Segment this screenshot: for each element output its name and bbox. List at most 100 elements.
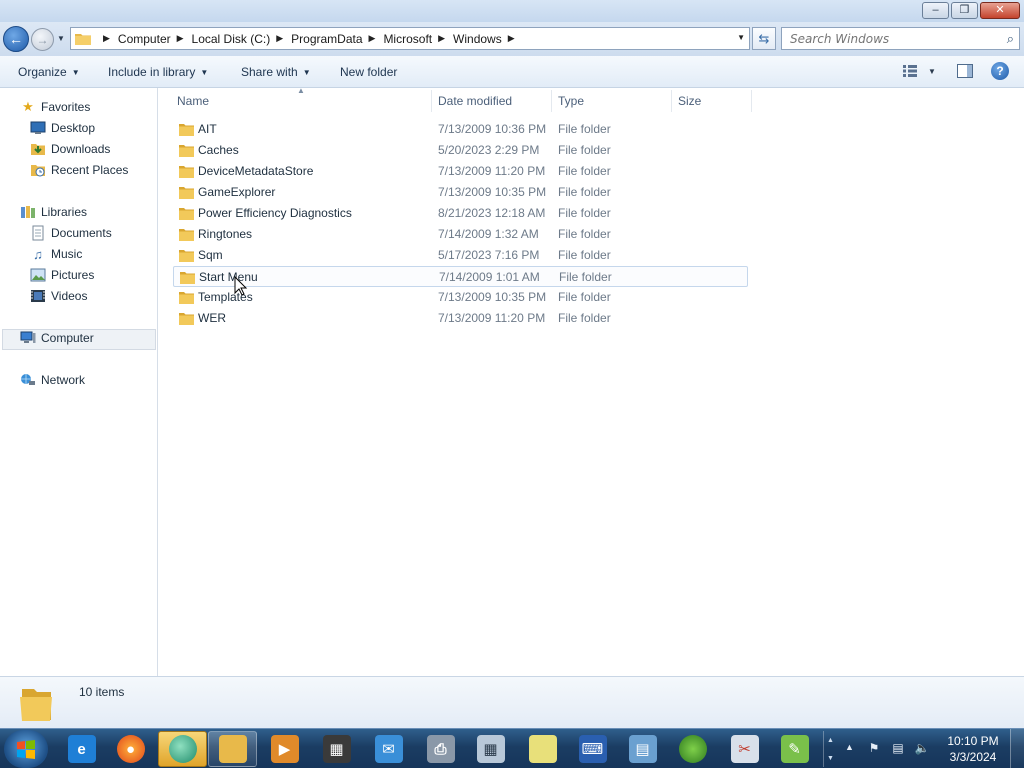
system-clock[interactable]: 10:10 PM 3/3/2024 bbox=[944, 733, 1002, 765]
address-dropdown-icon[interactable]: ▼ bbox=[737, 33, 745, 42]
close-button[interactable]: ✕ bbox=[980, 2, 1020, 19]
taskbar-firefox[interactable]: ● bbox=[106, 731, 155, 767]
calculator-icon: ▦ bbox=[476, 735, 505, 763]
share-with-button[interactable]: Share with ▼ bbox=[241, 65, 311, 79]
refresh-button[interactable]: ⇆ bbox=[752, 27, 776, 50]
file-row[interactable]: AIT 7/13/2009 10:36 PM File folder bbox=[173, 119, 748, 140]
file-row[interactable]: Caches 5/20/2023 2:29 PM File folder bbox=[173, 140, 748, 161]
firefox-icon: ● bbox=[116, 735, 145, 763]
taskbar-notepad[interactable]: ✎ bbox=[770, 731, 819, 767]
organize-label: Organize bbox=[18, 65, 67, 79]
breadcrumb-arrow-icon[interactable]: ▶ bbox=[177, 33, 184, 44]
nav-desktop-label: Desktop bbox=[51, 121, 96, 135]
command-bar: Organize ▼ Include in library ▼ Share with… bbox=[0, 56, 1024, 88]
organize-button[interactable]: Organize ▼ bbox=[18, 65, 80, 79]
recent-places-icon bbox=[31, 165, 45, 177]
taskbar-movie-maker[interactable]: ▦ bbox=[312, 731, 361, 767]
taskbar-active-app[interactable] bbox=[158, 731, 207, 767]
nav-pictures[interactable]: Pictures bbox=[30, 265, 94, 285]
back-button[interactable]: ← bbox=[3, 26, 29, 52]
nav-network[interactable]: Network bbox=[20, 370, 85, 390]
file-type: File folder bbox=[558, 206, 611, 220]
file-date-modified: 7/13/2009 10:35 PM bbox=[438, 290, 547, 304]
breadcrumb-arrow-icon[interactable]: ▶ bbox=[438, 33, 445, 44]
folder-icon bbox=[179, 145, 194, 157]
file-row[interactable]: WER 7/13/2009 11:20 PM File folder bbox=[173, 308, 748, 329]
taskbar-fax-scan[interactable]: ⎙ bbox=[416, 731, 465, 767]
nav-libraries[interactable]: Libraries bbox=[20, 202, 87, 222]
include-in-library-button[interactable]: Include in library ▼ bbox=[108, 65, 208, 79]
volume-muted-icon[interactable]: 🔈 bbox=[914, 740, 930, 756]
breadcrumb-arrow-icon[interactable]: ▶ bbox=[103, 33, 110, 44]
file-type: File folder bbox=[558, 248, 611, 262]
taskbar-mail[interactable]: ✉ bbox=[364, 731, 413, 767]
breadcrumb-local-disk[interactable]: Local Disk (C:) bbox=[192, 32, 271, 46]
taskbar-windows-app[interactable] bbox=[668, 731, 717, 767]
file-row[interactable]: Power Efficiency Diagnostics 8/21/2023 1… bbox=[173, 203, 748, 224]
start-button[interactable] bbox=[4, 730, 48, 768]
nav-videos[interactable]: Videos bbox=[30, 286, 87, 306]
videos-icon bbox=[31, 290, 45, 302]
scissors-icon: ✂ bbox=[730, 735, 759, 763]
show-hidden-icons-button[interactable]: ▲ bbox=[845, 742, 854, 752]
forward-button[interactable]: → bbox=[31, 28, 54, 51]
taskbar-document-app[interactable]: ▤ bbox=[618, 731, 667, 767]
nav-recent-places[interactable]: Recent Places bbox=[30, 160, 128, 180]
action-center-flag-icon[interactable]: ⚑ bbox=[866, 740, 882, 756]
nav-downloads[interactable]: Downloads bbox=[30, 139, 110, 159]
file-row[interactable]: Sqm 5/17/2023 7:16 PM File folder bbox=[173, 245, 748, 266]
breadcrumb-arrow-icon[interactable]: ▶ bbox=[369, 33, 376, 44]
taskbar-media-player[interactable]: ▶ bbox=[260, 731, 309, 767]
nav-computer[interactable]: Computer bbox=[20, 328, 94, 348]
taskbar-scroll-buttons[interactable]: ▲ ▼ bbox=[823, 731, 837, 767]
taskbar-snipping-tool[interactable]: ✂ bbox=[720, 731, 769, 767]
column-header-size[interactable]: Size bbox=[673, 90, 752, 112]
minimize-button[interactable]: – bbox=[922, 2, 949, 19]
nav-music[interactable]: ♫ Music bbox=[30, 244, 82, 264]
breadcrumb-computer[interactable]: Computer bbox=[118, 32, 171, 46]
nav-downloads-label: Downloads bbox=[51, 142, 111, 156]
breadcrumb-arrow-icon[interactable]: ▶ bbox=[508, 33, 515, 44]
search-input[interactable] bbox=[790, 31, 990, 46]
column-header-type[interactable]: Type bbox=[553, 90, 672, 112]
file-name: Caches bbox=[198, 143, 239, 157]
taskbar-internet-explorer[interactable]: e bbox=[57, 731, 106, 767]
show-desktop-button[interactable] bbox=[1010, 729, 1024, 768]
file-row[interactable]: DeviceMetadataStore 7/13/2009 11:20 PM F… bbox=[173, 161, 748, 182]
preview-pane-icon[interactable] bbox=[957, 64, 973, 78]
nav-documents[interactable]: Documents bbox=[30, 223, 112, 243]
item-count: 10 items bbox=[79, 685, 125, 699]
nav-favorites[interactable]: ★ Favorites bbox=[20, 97, 90, 117]
search-icon[interactable]: ⌕ bbox=[1007, 31, 1014, 47]
taskbar-remote-desktop[interactable]: ⌨ bbox=[568, 731, 617, 767]
column-header-name[interactable]: Name bbox=[172, 90, 432, 112]
file-type: File folder bbox=[559, 270, 612, 284]
search-box[interactable]: ⌕ bbox=[781, 27, 1020, 50]
change-view-icon[interactable] bbox=[903, 65, 917, 77]
taskbar-windows-explorer[interactable] bbox=[208, 731, 257, 767]
taskbar-calculator[interactable]: ▦ bbox=[466, 731, 515, 767]
file-row[interactable]: Ringtones 7/14/2009 1:32 AM File folder bbox=[173, 224, 748, 245]
breadcrumb-windows[interactable]: Windows bbox=[453, 32, 502, 46]
network-status-icon[interactable]: ▤ bbox=[890, 740, 906, 756]
nav-desktop[interactable]: Desktop bbox=[30, 118, 95, 138]
media-player-icon: ▶ bbox=[270, 735, 299, 763]
recent-pages-dropdown[interactable]: ▼ bbox=[57, 34, 65, 43]
address-bar[interactable]: ▶ Computer ▶ Local Disk (C:) ▶ ProgramDa… bbox=[70, 27, 750, 50]
folder-icon bbox=[75, 34, 91, 45]
folder-icon bbox=[179, 187, 194, 199]
help-icon[interactable]: ? bbox=[991, 62, 1009, 80]
nav-computer-label: Computer bbox=[41, 331, 94, 345]
file-row[interactable]: Templates 7/13/2009 10:35 PM File folder bbox=[173, 287, 748, 308]
breadcrumb-arrow-icon[interactable]: ▶ bbox=[276, 33, 283, 44]
file-row-hovered[interactable]: Start Menu 7/14/2009 1:01 AM File folder bbox=[173, 266, 748, 287]
new-folder-button[interactable]: New folder bbox=[340, 65, 397, 79]
file-row[interactable]: GameExplorer 7/13/2009 10:35 PM File fol… bbox=[173, 182, 748, 203]
view-options-dropdown[interactable]: ▼ bbox=[928, 67, 936, 76]
breadcrumb-microsoft[interactable]: Microsoft bbox=[383, 32, 432, 46]
maximize-button[interactable]: ❐ bbox=[951, 2, 978, 19]
folder-icon bbox=[179, 292, 194, 304]
column-header-date-modified[interactable]: Date modified bbox=[433, 90, 552, 112]
taskbar-sticky-notes[interactable] bbox=[518, 731, 567, 767]
breadcrumb-programdata[interactable]: ProgramData bbox=[291, 32, 362, 46]
